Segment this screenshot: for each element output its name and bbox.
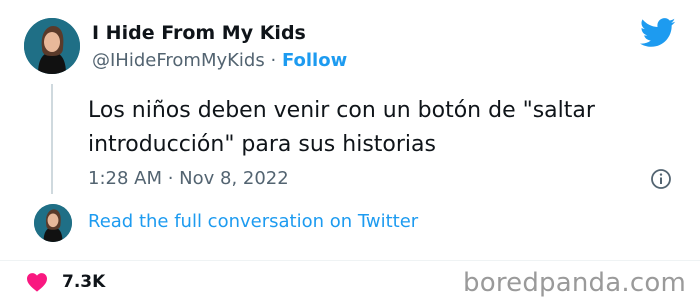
reply-avatar (34, 204, 72, 242)
author-display-name[interactable]: I Hide From My Kids (92, 22, 306, 44)
heart-icon[interactable] (26, 272, 48, 292)
twitter-bird-icon[interactable] (640, 18, 676, 48)
separator-dot: · (270, 50, 277, 71)
author-handle[interactable]: @IHideFromMyKids (92, 50, 265, 71)
tweet-timestamp[interactable]: 1:28 AM · Nov 8, 2022 (88, 168, 289, 189)
watermark: boredpanda.com (463, 268, 686, 298)
author-handle-row: @IHideFromMyKids · Follow (92, 50, 347, 71)
thread-line (51, 84, 53, 194)
like-count: 7.3K (62, 272, 106, 292)
read-conversation-link[interactable]: Read the full conversation on Twitter (88, 211, 418, 232)
divider (0, 260, 700, 261)
tweet-text: Los niños deben venir con un botón de "s… (88, 98, 595, 157)
info-icon[interactable] (650, 168, 672, 190)
author-avatar[interactable] (24, 18, 80, 74)
follow-button[interactable]: Follow (282, 50, 347, 71)
